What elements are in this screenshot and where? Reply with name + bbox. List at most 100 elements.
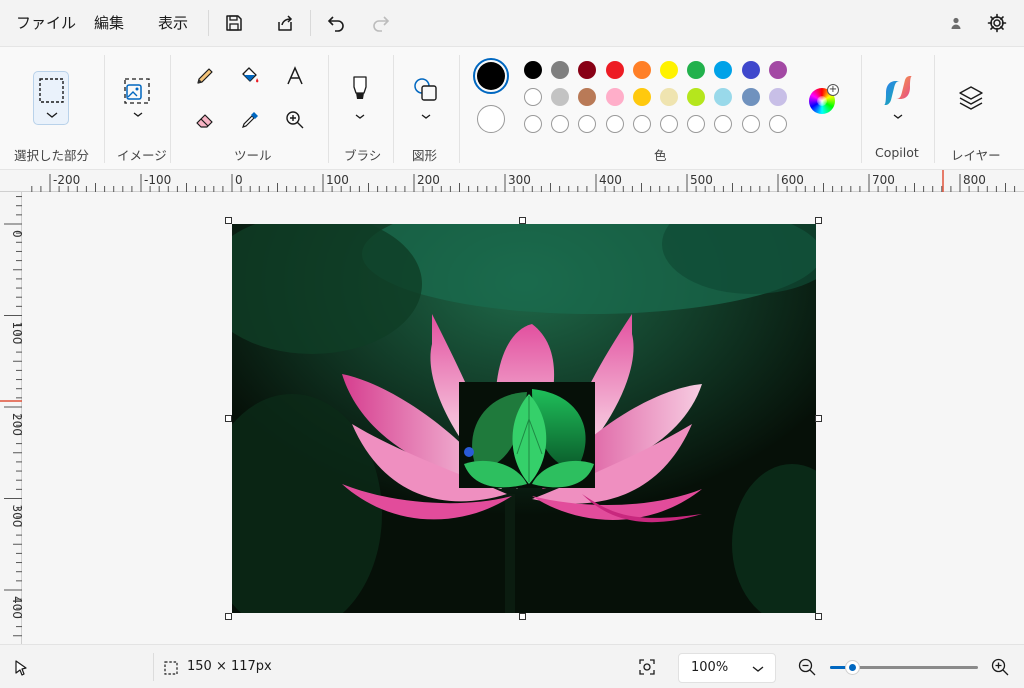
color-swatch[interactable]	[578, 61, 597, 79]
ruler-label: 0	[10, 230, 22, 238]
ruler-label: 0	[235, 173, 243, 187]
redo-icon[interactable]	[368, 10, 394, 36]
layers-button[interactable]	[956, 83, 986, 113]
pencil-icon[interactable]	[190, 61, 220, 91]
ruler-label: -200	[53, 173, 80, 187]
color-swatch[interactable]	[741, 61, 760, 79]
edit-colors-button[interactable]: +	[809, 84, 839, 116]
ruler-label: 700	[872, 173, 895, 187]
color-swatch[interactable]	[768, 88, 787, 106]
color-swatch[interactable]	[714, 61, 733, 79]
menu-view[interactable]: 表示	[158, 12, 188, 33]
resize-handle-top[interactable]	[519, 217, 526, 224]
text-tool-icon[interactable]	[280, 61, 310, 91]
secondary-color-button[interactable]	[477, 105, 505, 133]
group-label-brush: ブラシ	[344, 148, 382, 163]
ruler-label: 200	[417, 173, 440, 187]
menu-divider	[208, 10, 209, 36]
custom-color-slot[interactable]	[632, 115, 651, 133]
menu-divider	[310, 10, 311, 36]
ruler-label: 400	[10, 596, 22, 619]
color-swatch[interactable]	[524, 88, 542, 106]
zoom-slider[interactable]	[830, 660, 978, 675]
fill-bucket-icon[interactable]	[235, 61, 265, 91]
color-swatch[interactable]	[605, 61, 624, 79]
ruler-label: 600	[781, 173, 804, 187]
group-label-image: イメージ	[117, 148, 167, 163]
resize-handle-left[interactable]	[225, 415, 232, 422]
undo-icon[interactable]	[323, 10, 349, 36]
vertical-ruler: 0 100 200 300 400	[0, 192, 24, 644]
group-label-shapes: 図形	[412, 148, 438, 163]
selection-tool-button[interactable]	[33, 71, 69, 125]
ruler-label: 400	[599, 173, 622, 187]
image-menu-button[interactable]	[121, 75, 155, 123]
selection-icon	[39, 78, 64, 118]
color-swatch[interactable]	[687, 61, 706, 79]
custom-color-slot[interactable]	[524, 115, 542, 133]
ruler-label: 100	[326, 173, 349, 187]
fit-to-window-icon[interactable]	[637, 657, 657, 677]
lotus-photo-canvas[interactable]	[232, 224, 816, 613]
copilot-icon	[884, 76, 912, 119]
magnifier-icon[interactable]	[280, 105, 310, 135]
save-icon[interactable]	[221, 10, 247, 36]
custom-color-slot[interactable]	[687, 115, 706, 133]
custom-color-slot[interactable]	[578, 115, 597, 133]
share-icon[interactable]	[272, 10, 298, 36]
resize-handle-bottom-right[interactable]	[815, 613, 822, 620]
pointer-icon[interactable]	[12, 659, 30, 677]
custom-color-slot[interactable]	[768, 115, 787, 133]
eraser-icon[interactable]	[190, 105, 220, 135]
resize-handle-bottom[interactable]	[519, 613, 526, 620]
group-label-copilot: Copilot	[875, 145, 919, 160]
group-label-colors: 色	[654, 148, 667, 163]
color-swatch[interactable]	[714, 88, 733, 106]
resize-handle-right[interactable]	[815, 415, 822, 422]
menu-edit[interactable]: 編集	[94, 12, 124, 33]
chevron-down-icon	[752, 666, 764, 672]
color-swatch[interactable]	[524, 61, 542, 79]
color-swatch[interactable]	[660, 88, 678, 106]
menu-file[interactable]: ファイル	[16, 12, 76, 33]
custom-color-slot[interactable]	[714, 115, 733, 133]
color-swatch[interactable]	[687, 88, 706, 106]
vertical-ruler-ticks: 0 100 200 300 400	[0, 196, 24, 637]
color-swatch[interactable]	[768, 61, 787, 79]
custom-color-slot[interactable]	[660, 115, 678, 133]
selection-size-icon	[164, 660, 178, 675]
custom-color-slot[interactable]	[551, 115, 570, 133]
color-swatch[interactable]	[551, 61, 570, 79]
shapes-menu-button[interactable]	[411, 75, 441, 123]
color-swatch[interactable]	[632, 88, 651, 106]
resize-handle-top-right[interactable]	[815, 217, 822, 224]
color-swatch[interactable]	[741, 88, 760, 106]
zoom-dropdown[interactable]: 100%	[678, 653, 776, 683]
custom-color-slot[interactable]	[741, 115, 760, 133]
ribbon-divider	[393, 55, 394, 163]
color-swatch[interactable]	[578, 88, 597, 106]
zoom-slider-thumb[interactable]	[845, 660, 860, 675]
resize-handle-bottom-left[interactable]	[225, 613, 232, 620]
ribbon-toolbar: 選択した部分 イメージ ツール ブラシ 図形 + 色 Copilot レイヤー	[0, 46, 1024, 170]
custom-color-slot[interactable]	[605, 115, 624, 133]
group-label-layers: レイヤー	[951, 148, 1001, 163]
color-swatch[interactable]	[551, 88, 570, 106]
primary-color-button[interactable]	[473, 58, 509, 94]
color-swatch[interactable]	[660, 61, 678, 79]
ribbon-divider	[459, 55, 460, 163]
copilot-menu-button[interactable]	[880, 75, 916, 123]
color-swatch[interactable]	[605, 88, 624, 106]
ribbon-divider	[104, 55, 105, 163]
ruler-label: 100	[10, 322, 22, 345]
zoom-value: 100%	[691, 660, 729, 675]
color-picker-icon[interactable]	[235, 105, 265, 135]
account-icon[interactable]	[943, 10, 969, 36]
color-swatch[interactable]	[632, 61, 651, 79]
zoom-in-icon[interactable]	[990, 657, 1010, 677]
resize-handle-top-left[interactable]	[225, 217, 232, 224]
gear-icon[interactable]	[984, 10, 1010, 36]
zoom-out-icon[interactable]	[797, 657, 817, 677]
ruler-label: 200	[10, 413, 22, 436]
brush-menu-button[interactable]	[346, 73, 374, 123]
